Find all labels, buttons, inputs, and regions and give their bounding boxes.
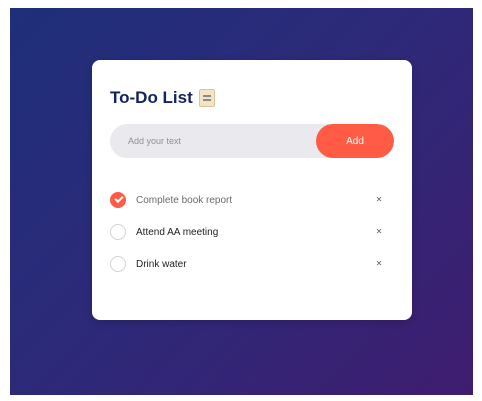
task-label[interactable]: Drink water	[136, 259, 187, 270]
page-title: To-Do List	[110, 88, 193, 107]
todo-card: To-Do List Add Complete book report × At…	[92, 60, 412, 320]
task-item: Drink water ×	[110, 248, 394, 280]
clipboard-icon	[198, 89, 215, 107]
delete-task-button[interactable]: ×	[376, 195, 382, 206]
unchecked-circle-icon[interactable]	[110, 256, 126, 272]
delete-task-button[interactable]: ×	[376, 227, 382, 238]
task-label[interactable]: Attend AA meeting	[136, 227, 218, 238]
add-button[interactable]: Add	[316, 124, 394, 158]
task-item: Complete book report ×	[110, 184, 394, 216]
task-item: Attend AA meeting ×	[110, 216, 394, 248]
page-title-row: To-Do List	[110, 88, 215, 108]
task-list: Complete book report × Attend AA meeting…	[110, 184, 394, 280]
add-task-bar: Add	[110, 124, 394, 158]
task-label[interactable]: Complete book report	[136, 195, 232, 206]
task-input[interactable]	[110, 124, 338, 158]
unchecked-circle-icon[interactable]	[110, 224, 126, 240]
app-background: To-Do List Add Complete book report × At…	[10, 8, 473, 395]
checked-icon[interactable]	[110, 192, 126, 208]
delete-task-button[interactable]: ×	[376, 259, 382, 270]
